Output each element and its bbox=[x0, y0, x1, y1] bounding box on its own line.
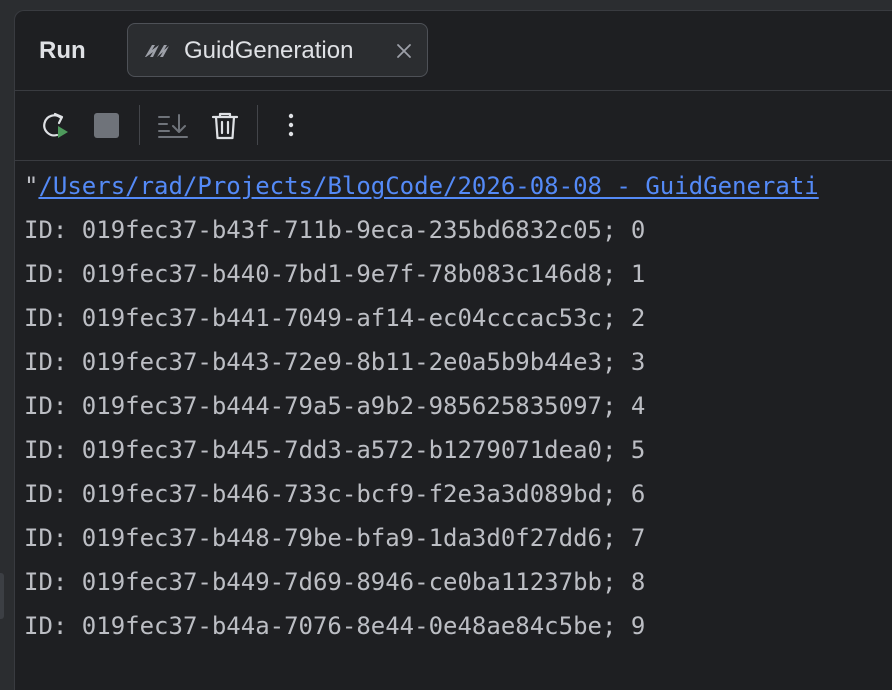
output-line: ID: 019fec37-b440-7bd1-9e7f-78b083c146d8… bbox=[24, 260, 646, 288]
output-line: ID: 019fec37-b446-733c-bcf9-f2e3a3d089bd… bbox=[24, 480, 646, 508]
more-options-button[interactable] bbox=[271, 105, 311, 145]
dotnet-run-config-icon bbox=[143, 39, 171, 63]
command-quote: " bbox=[24, 172, 39, 200]
close-icon[interactable] bbox=[396, 43, 412, 59]
output-line: ID: 019fec37-b43f-711b-9eca-235bd6832c05… bbox=[24, 216, 646, 244]
output-line: ID: 019fec37-b448-79be-bfa9-1da3d0f27dd6… bbox=[24, 524, 646, 552]
run-toolbar bbox=[15, 91, 892, 161]
tool-window-title: Run bbox=[39, 37, 86, 64]
command-path-link[interactable]: /Users/rad/Projects/BlogCode/2026-08-08 … bbox=[38, 172, 818, 200]
tab-label: GuidGeneration bbox=[184, 37, 354, 64]
output-line: ID: 019fec37-b44a-7076-8e44-0e48ae84c5be… bbox=[24, 612, 646, 640]
clear-all-button[interactable] bbox=[205, 105, 245, 145]
output-line: ID: 019fec37-b444-79a5-a9b2-985625835097… bbox=[24, 392, 646, 420]
output-line: ID: 019fec37-b443-72e9-8b11-2e0a5b9b44e3… bbox=[24, 348, 646, 376]
output-line: ID: 019fec37-b441-7049-af14-ec04cccac53c… bbox=[24, 304, 646, 332]
scroll-to-end-button[interactable] bbox=[153, 105, 193, 145]
toolbar-divider bbox=[257, 105, 258, 145]
console-output[interactable]: "/Users/rad/Projects/BlogCode/2026-08-08… bbox=[15, 163, 892, 690]
gutter-marker bbox=[0, 573, 4, 619]
toolbar-divider bbox=[139, 105, 140, 145]
output-line: ID: 019fec37-b449-7d69-8946-ce0ba11237bb… bbox=[24, 568, 646, 596]
run-tool-window: Run GuidGeneration "/Users/rad/Projects/… bbox=[14, 10, 892, 690]
stop-button[interactable] bbox=[86, 105, 126, 145]
rerun-button[interactable] bbox=[35, 105, 75, 145]
output-line: ID: 019fec37-b445-7dd3-a572-b1279071dea0… bbox=[24, 436, 646, 464]
command-line: "/Users/rad/Projects/BlogCode/2026-08-08… bbox=[24, 171, 819, 201]
tab-guidgeneration[interactable]: GuidGeneration bbox=[127, 23, 428, 77]
run-header: Run GuidGeneration bbox=[15, 11, 892, 91]
